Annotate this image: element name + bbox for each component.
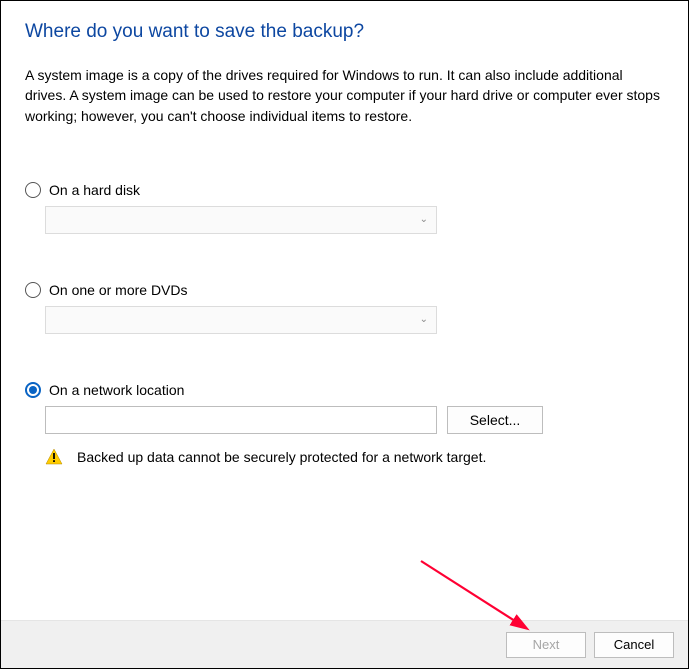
network-input-row: Select... [45,406,664,434]
radio-dvds-label: On one or more DVDs [49,282,188,298]
option-dvds: On one or more DVDs ⌄ [25,282,664,334]
select-button[interactable]: Select... [447,406,543,434]
radio-dvds[interactable]: On one or more DVDs [25,282,664,298]
page-title: Where do you want to save the backup? [25,21,664,43]
option-network: On a network location Select... Backed u… [25,382,664,466]
warning-text: Backed up data cannot be securely protec… [77,449,486,465]
radio-icon [25,282,41,298]
chevron-down-icon: ⌄ [420,314,428,325]
footer: Next Cancel [1,620,688,668]
page-description: A system image is a copy of the drives r… [25,65,664,126]
backup-wizard-window: Where do you want to save the backup? A … [0,0,689,669]
radio-icon [25,182,41,198]
chevron-down-icon: ⌄ [420,214,428,225]
radio-network[interactable]: On a network location [25,382,664,398]
radio-network-label: On a network location [49,382,184,398]
cancel-button[interactable]: Cancel [594,632,674,658]
radio-icon [25,382,41,398]
radio-hard-disk-label: On a hard disk [49,182,140,198]
radio-hard-disk[interactable]: On a hard disk [25,182,664,198]
content-area: Where do you want to save the backup? A … [1,1,688,620]
warning-row: Backed up data cannot be securely protec… [45,448,664,466]
next-button[interactable]: Next [506,632,586,658]
combo-hard-disk[interactable]: ⌄ [45,206,437,234]
network-path-input[interactable] [45,406,437,434]
warning-icon [45,448,63,466]
option-hard-disk: On a hard disk ⌄ [25,182,664,234]
combo-dvds[interactable]: ⌄ [45,306,437,334]
